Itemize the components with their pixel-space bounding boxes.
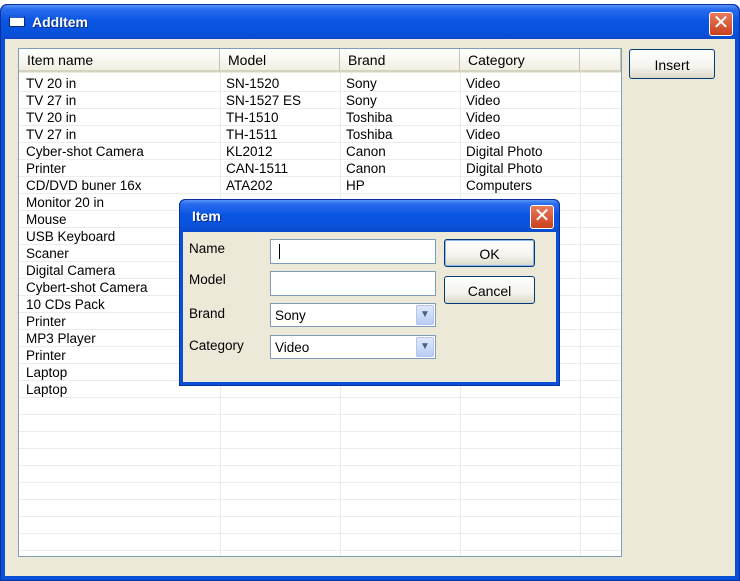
table-cell: Computers	[466, 178, 533, 193]
table-cell: CD/DVD buner 16x	[26, 178, 142, 193]
table-cell: Canon	[346, 144, 386, 159]
model-field[interactable]	[270, 271, 436, 296]
table-cell: ATA202	[226, 178, 273, 193]
table-row[interactable]: TV 27 in TH-1511 Toshiba Video	[19, 126, 621, 143]
table-cell: Sony	[346, 93, 377, 108]
insert-button[interactable]: Insert	[629, 49, 715, 79]
table-cell: TV 27 in	[26, 93, 77, 108]
table-cell: Video	[466, 93, 501, 108]
table-cell: TH-1510	[226, 110, 279, 125]
table-cell: TV 27 in	[26, 127, 77, 142]
column-header-model[interactable]: Model	[220, 49, 340, 72]
name-label: Name	[189, 241, 226, 256]
text-caret	[279, 244, 280, 259]
window-title: AddItem	[32, 14, 88, 30]
column-header-item-name[interactable]: Item name	[19, 49, 220, 72]
table-cell: Video	[466, 110, 501, 125]
item-dialog: Item ✕ Name Model Brand Sony ▼ Category …	[179, 199, 560, 386]
cancel-button[interactable]: Cancel	[444, 276, 535, 304]
table-cell: Sony	[346, 76, 377, 91]
table-cell: TV 20 in	[26, 110, 77, 125]
category-select-value: Video	[275, 340, 310, 355]
grid-line	[19, 550, 621, 551]
table-cell: SN-1520	[226, 76, 280, 91]
table-cell: TV 20 in	[26, 76, 77, 91]
table-cell: Cyber-shot Camera	[26, 144, 144, 159]
table-row[interactable]: TV 20 in SN-1520 Sony Video	[19, 75, 621, 92]
table-row[interactable]: TV 27 in SN-1527 ES Sony Video	[19, 92, 621, 109]
table-row[interactable]: TV 20 in TH-1510 Toshiba Video	[19, 109, 621, 126]
grid-line	[19, 499, 621, 500]
brand-label: Brand	[189, 306, 226, 321]
list-header: Item name Model Brand Category	[19, 49, 621, 73]
window-titlebar[interactable]: AddItem ✕	[1, 5, 739, 39]
table-cell: Toshiba	[346, 110, 393, 125]
table-cell: CAN-1511	[226, 161, 289, 176]
table-cell: TH-1511	[226, 127, 278, 142]
table-row[interactable]: Printer CAN-1511 Canon Digital Photo	[19, 160, 621, 177]
brand-select-value: Sony	[275, 308, 306, 323]
table-cell: SN-1527 ES	[226, 93, 302, 108]
column-header-brand[interactable]: Brand	[340, 49, 460, 72]
ok-button[interactable]: OK	[444, 239, 535, 267]
brand-select[interactable]: Sony ▼	[270, 303, 436, 327]
table-cell: KL2012	[226, 144, 273, 159]
table-row[interactable]: CD/DVD buner 16x ATA202 HP Computers	[19, 177, 621, 194]
table-cell: Video	[466, 127, 501, 142]
dialog-titlebar[interactable]: Item ✕	[180, 200, 559, 232]
table-cell: Canon	[346, 161, 386, 176]
model-label: Model	[189, 272, 226, 287]
category-label: Category	[189, 338, 244, 353]
grid-line	[19, 533, 621, 534]
name-field[interactable]	[270, 239, 436, 264]
table-row[interactable]: Cyber-shot Camera KL2012 Canon Digital Phot…	[19, 143, 621, 160]
grid-line	[19, 431, 621, 432]
dialog-title: Item	[192, 208, 221, 224]
grid-line	[19, 516, 621, 517]
chevron-down-icon[interactable]: ▼	[416, 305, 434, 325]
chevron-down-icon[interactable]: ▼	[416, 337, 434, 357]
grid-line	[19, 465, 621, 466]
column-header-filler	[580, 49, 621, 72]
dialog-client-area: Name Model Brand Sony ▼ Category Video ▼…	[183, 232, 556, 382]
close-icon[interactable]: ✕	[709, 12, 733, 36]
category-select[interactable]: Video ▼	[270, 335, 436, 359]
column-header-category[interactable]: Category	[460, 49, 580, 72]
close-icon[interactable]: ✕	[530, 205, 554, 229]
table-cell: Video	[466, 76, 501, 91]
grid-line	[19, 414, 621, 415]
table-cell: Toshiba	[346, 127, 393, 142]
table-cell: Digital Photo	[466, 161, 543, 176]
window-icon	[9, 15, 25, 27]
table-cell: HP	[346, 178, 365, 193]
table-cell: Digital Photo	[466, 144, 543, 159]
grid-line	[19, 482, 621, 483]
table-cell: Printer	[26, 161, 66, 176]
grid-line	[19, 448, 621, 449]
